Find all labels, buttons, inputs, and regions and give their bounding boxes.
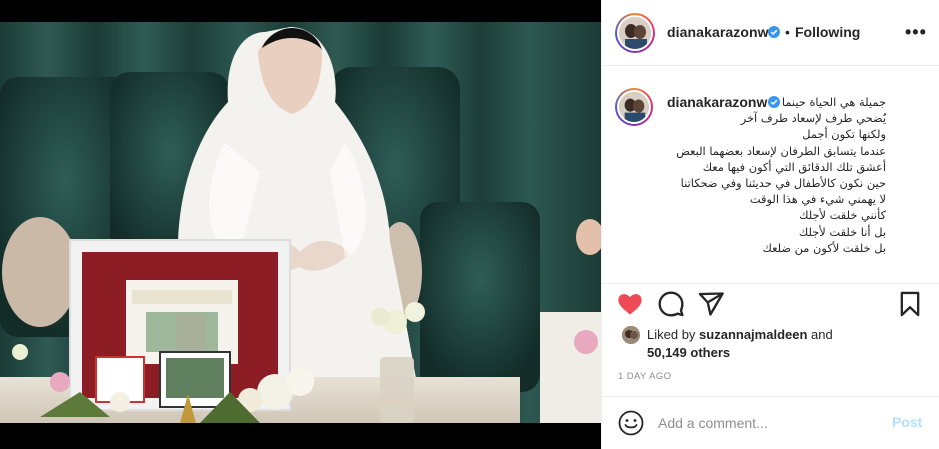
caption-line: كأنني خلقت لأجلك: [799, 208, 886, 223]
add-comment-bar: Post: [602, 396, 939, 449]
caption-line: بل خلقت لأكون من ضلعك: [762, 240, 886, 255]
verified-badge-icon: [768, 26, 780, 38]
following-button[interactable]: Following: [795, 24, 860, 40]
liker-avatar[interactable]: [622, 326, 640, 344]
liked-by-text: Liked by suzannajmaldeen and: [647, 327, 833, 342]
liked-by-and: and: [807, 327, 833, 342]
comment-input[interactable]: [658, 413, 878, 433]
more-options-button[interactable]: •••: [905, 22, 927, 43]
post-header: dianakarazonw • Following •••: [602, 0, 939, 66]
caption-line: أعشق تلك الدقائق التي أكون فيها معك: [702, 159, 886, 174]
post-timestamp[interactable]: 1 DAY AGO: [618, 371, 671, 382]
post-photo[interactable]: [0, 22, 601, 423]
caption-line: حين نكون كالأطفال في حديثنا وفي ضحكاتنا: [680, 176, 886, 191]
author-avatar[interactable]: [615, 13, 655, 53]
caption-line: لا يهمني شيء في هذا الوقت: [749, 192, 886, 207]
paper-plane-icon[interactable]: [697, 290, 727, 320]
caption-line: بل أنا خلقت لأجلك: [798, 224, 886, 239]
caption-line: ولكنها تكون أجمل: [802, 127, 886, 142]
heart-filled-icon[interactable]: [616, 290, 646, 320]
liker-username[interactable]: suzannajmaldeen: [699, 327, 807, 342]
caption-line: يُضحي طرف لإسعاد طرف آخر: [740, 111, 886, 126]
caption-text: جميلة هي الحياة حينما يُضحي طرف لإسعاد ط…: [642, 94, 886, 256]
caption-area: dianakarazonw جميلة هي الحياة حينما يُضح…: [602, 66, 939, 284]
bookmark-icon[interactable]: [896, 290, 926, 320]
likes-summary: Liked by suzannajmaldeen and 50,149 othe…: [618, 324, 928, 364]
caption-line: عندما يتسابق الطرفان لإسعاد بعضهما البعض: [676, 143, 886, 158]
author-username[interactable]: dianakarazonw: [667, 24, 769, 40]
post-side-panel: dianakarazonw • Following ••• dianakaraz…: [601, 0, 939, 449]
header-separator: •: [785, 24, 790, 40]
liked-by-prefix: Liked by: [647, 327, 700, 342]
likes-count[interactable]: 50,149 others: [647, 345, 730, 360]
post-media[interactable]: [0, 0, 601, 449]
smiley-icon[interactable]: [618, 410, 644, 436]
comment-icon[interactable]: [657, 290, 687, 320]
post-comment-button[interactable]: Post: [892, 414, 922, 430]
action-bar: [602, 284, 939, 324]
caption-line: جميلة هي الحياة حينما: [781, 95, 886, 109]
